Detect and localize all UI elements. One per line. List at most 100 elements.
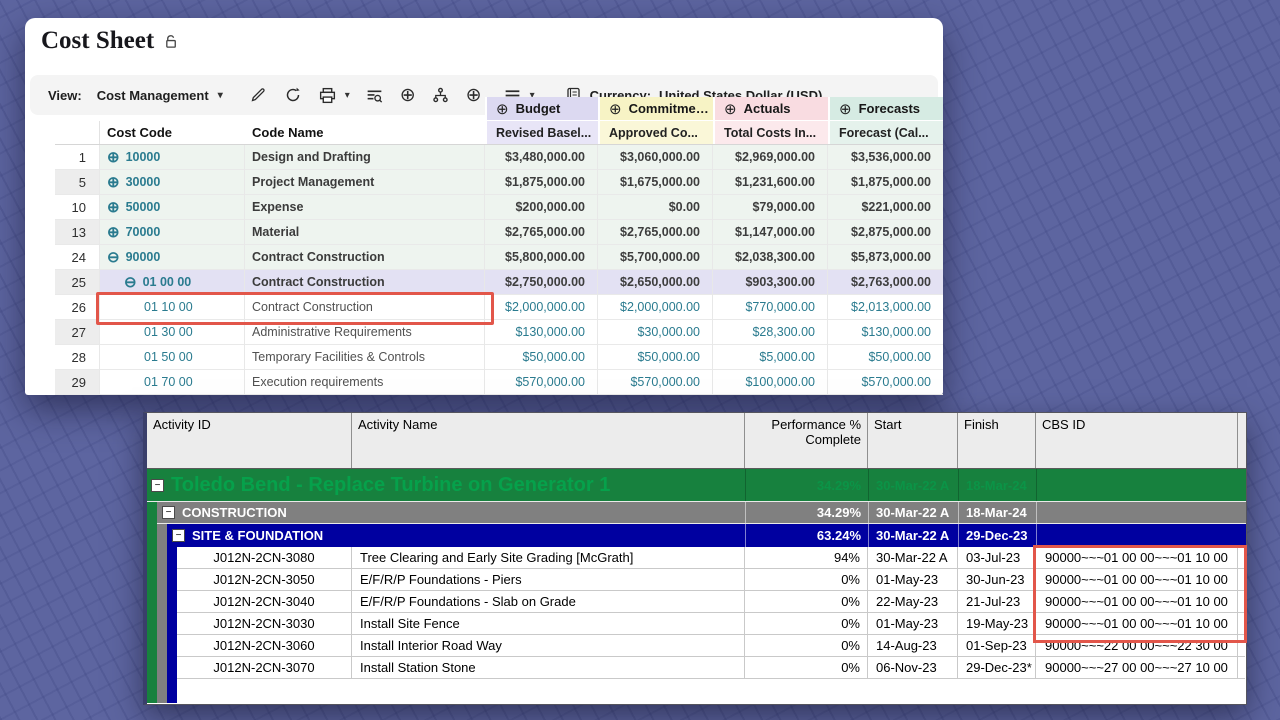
cbs-id-cell: 90000~~~01 00 00~~~01 10 00 xyxy=(1036,547,1238,569)
amount-cell: $3,536,000.00 xyxy=(828,145,943,170)
code-name-cell: Material xyxy=(245,220,485,245)
collapse-icon[interactable]: − xyxy=(172,529,185,542)
start-cell: 22-May-23 xyxy=(868,591,958,613)
cost-row[interactable]: 24⊖90000Contract Construction$5,800,000.… xyxy=(55,245,943,270)
column-group-1[interactable]: ⊕Commitme… xyxy=(598,97,713,121)
add-column-icon[interactable]: ⊕ xyxy=(724,100,737,118)
cost-code-cell[interactable]: ⊕10000 xyxy=(100,145,245,170)
amount-cell: $200,000.00 xyxy=(485,195,598,220)
activity-row[interactable]: J012N-2CN-3060Install Interior Road Way0… xyxy=(177,635,1246,657)
desktop: { "cost_sheet": { "window_title": "Cost … xyxy=(0,0,1280,720)
performance-cell: 0% xyxy=(745,657,868,679)
row-filler xyxy=(1238,657,1245,679)
column-subheader-0[interactable]: Revised Basel... xyxy=(485,121,598,144)
band-percent: 63.24% xyxy=(745,524,868,547)
cost-row[interactable]: 25⊖01 00 00Contract Construction$2,750,0… xyxy=(55,270,943,295)
performance-cell: 94% xyxy=(745,547,868,569)
column-group-3[interactable]: ⊕Forecasts xyxy=(828,97,943,121)
activity-row[interactable]: J012N-2CN-3070Install Station Stone0%06-… xyxy=(177,657,1246,679)
amount-cell: $50,000.00 xyxy=(598,345,713,370)
column-subheader-1[interactable]: Approved Co... xyxy=(598,121,713,144)
cost-code-cell[interactable]: 01 10 00 xyxy=(100,295,245,320)
collapse-icon[interactable]: − xyxy=(151,479,164,492)
cost-code-cell[interactable]: ⊕50000 xyxy=(100,195,245,220)
add-column-icon[interactable]: ⊕ xyxy=(609,100,622,118)
schedule-body: −Toledo Bend - Replace Turbine on Genera… xyxy=(147,469,1246,703)
code-name-header[interactable]: Code Name xyxy=(245,121,485,144)
expand-icon[interactable]: ⊕ xyxy=(107,173,120,191)
cost-row[interactable]: 1⊕10000Design and Drafting$3,480,000.00$… xyxy=(55,145,943,170)
wbs-band-row-site-foundation[interactable]: −SITE & FOUNDATION 63.24% 30-Mar-22 A 29… xyxy=(167,524,1246,547)
amount-cell: $30,000.00 xyxy=(598,320,713,345)
row-number: 13 xyxy=(55,220,100,245)
cost-code-cell[interactable]: ⊕ 70000 xyxy=(100,220,245,245)
cost-code-cell[interactable]: ⊕30000 xyxy=(100,170,245,195)
collapse-icon[interactable]: ⊖ xyxy=(124,273,137,291)
cost-row[interactable]: 2801 50 00Temporary Facilities & Control… xyxy=(55,345,943,370)
project-band-row[interactable]: −Toledo Bend - Replace Turbine on Genera… xyxy=(147,469,1246,502)
cost-row[interactable]: 13⊕70000Material$2,765,000.00$2,765,000.… xyxy=(55,220,943,245)
cost-code-value: 01 50 00 xyxy=(144,350,193,364)
row-number: 1 xyxy=(55,145,100,170)
wbs-band-row-construction[interactable]: −CONSTRUCTION 34.29% 30-Mar-22 A 18-Mar-… xyxy=(157,502,1246,524)
column-subheader-2[interactable]: Total Costs In... xyxy=(713,121,828,144)
schedule-header-row: Activity ID Activity Name Performance % … xyxy=(147,413,1246,469)
start-cell: 14-Aug-23 xyxy=(868,635,958,657)
cbs-id-header[interactable]: CBS ID xyxy=(1036,413,1238,468)
expand-icon[interactable]: ⊕ xyxy=(107,148,120,166)
code-name-cell: Administrative Requirements xyxy=(245,320,485,345)
start-header[interactable]: Start xyxy=(868,413,958,468)
cost-code-value: 70000 xyxy=(126,225,161,239)
amount-cell: $1,875,000.00 xyxy=(828,170,943,195)
amount-cell: $1,875,000.00 xyxy=(485,170,598,195)
code-name-cell: Expense xyxy=(245,195,485,220)
amount-cell: $130,000.00 xyxy=(828,320,943,345)
column-group-0[interactable]: ⊕Budget xyxy=(485,97,598,121)
band-cbs xyxy=(1036,524,1245,547)
start-cell: 01-May-23 xyxy=(868,569,958,591)
start-cell: 01-May-23 xyxy=(868,613,958,635)
cost-row[interactable]: 5⊕30000Project Management$1,875,000.00$1… xyxy=(55,170,943,195)
cost-row[interactable]: 2901 70 00Execution requirements$570,000… xyxy=(55,370,943,395)
collapse-icon[interactable]: − xyxy=(162,506,175,519)
add-column-icon[interactable]: ⊕ xyxy=(496,100,509,118)
cost-code-cell[interactable]: 01 30 00 xyxy=(100,320,245,345)
performance-cell: 0% xyxy=(745,569,868,591)
cost-code-cell[interactable]: 01 70 00 xyxy=(100,370,245,395)
cost-row[interactable]: 10⊕50000Expense$200,000.00$0.00$79,000.0… xyxy=(55,195,943,220)
cost-code-header[interactable]: Cost Code xyxy=(100,121,245,144)
cost-code-cell[interactable]: ⊖ 01 00 00 xyxy=(100,270,245,295)
expand-icon[interactable]: ⊕ xyxy=(107,223,120,241)
activity-row[interactable]: J012N-2CN-3050E/F/R/P Foundations - Pier… xyxy=(177,569,1246,591)
cost-code-value: 01 00 00 xyxy=(143,275,192,289)
code-name-cell: Temporary Facilities & Controls xyxy=(245,345,485,370)
expand-icon[interactable]: ⊕ xyxy=(107,198,120,216)
finish-cell: 03-Jul-23 xyxy=(958,547,1036,569)
band-finish: 29-Dec-23 xyxy=(958,524,1036,547)
column-group-2[interactable]: ⊕Actuals xyxy=(713,97,828,121)
performance-cell: 0% xyxy=(745,613,868,635)
cost-row[interactable]: 2601 10 00Contract Construction$2,000,00… xyxy=(55,295,943,320)
cost-rows: 1⊕10000Design and Drafting$3,480,000.00$… xyxy=(55,145,943,395)
cost-code-value: 01 10 00 xyxy=(144,300,193,314)
activity-id-cell: J012N-2CN-3040 xyxy=(177,591,352,613)
column-subheader-3[interactable]: Forecast (Cal... xyxy=(828,121,943,144)
amount-cell: $50,000.00 xyxy=(485,345,598,370)
performance-header[interactable]: Performance % Complete xyxy=(745,413,868,468)
band-finish: 18-Mar-24 xyxy=(958,502,1036,523)
column-group-row: ⊕Budget⊕Commitme…⊕Actuals⊕Forecasts xyxy=(55,97,943,121)
cost-code-cell[interactable]: 01 50 00 xyxy=(100,345,245,370)
cost-row[interactable]: 2701 30 00Administrative Requirements$13… xyxy=(55,320,943,345)
activity-row[interactable]: J012N-2CN-3040E/F/R/P Foundations - Slab… xyxy=(177,591,1246,613)
finish-header[interactable]: Finish xyxy=(958,413,1036,468)
row-filler xyxy=(1238,569,1245,591)
collapse-icon[interactable]: ⊖ xyxy=(107,248,120,266)
activity-row[interactable]: J012N-2CN-3080Tree Clearing and Early Si… xyxy=(177,547,1246,569)
activity-name-cell: Tree Clearing and Early Site Grading [Mc… xyxy=(352,547,745,569)
amount-cell: $1,675,000.00 xyxy=(598,170,713,195)
cost-code-cell[interactable]: ⊖90000 xyxy=(100,245,245,270)
activity-id-header[interactable]: Activity ID xyxy=(147,413,352,468)
activity-name-header[interactable]: Activity Name xyxy=(352,413,745,468)
add-column-icon[interactable]: ⊕ xyxy=(839,100,852,118)
activity-row[interactable]: J012N-2CN-3030Install Site Fence0%01-May… xyxy=(177,613,1246,635)
